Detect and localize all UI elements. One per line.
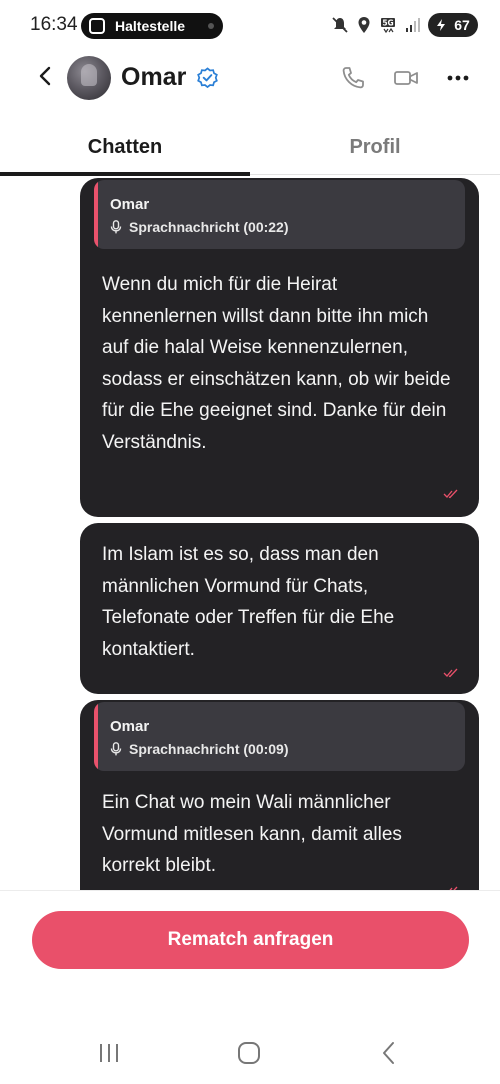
message-text: Im Islam ist es so, dass man den männlic…: [102, 544, 395, 660]
message-bubble[interactable]: Omar Sprachnachricht (00:09) Ein Chat wo…: [80, 700, 479, 890]
quote-voice-text: Sprachnachricht (00:09): [129, 741, 289, 757]
message-bubble[interactable]: Omar Sprachnachricht (00:22) Wenn du mic…: [80, 178, 479, 517]
location-icon: [358, 17, 370, 33]
read-receipt-icon: [443, 489, 458, 499]
verified-badge-icon: [197, 67, 218, 89]
mute-icon: [332, 17, 348, 33]
status-time: 16:34: [30, 14, 78, 35]
rematch-request-button[interactable]: Rematch anfragen: [32, 911, 469, 969]
chat-screen: 16:34 Haltestelle 5G 67 Omar Chatten Pro…: [0, 0, 500, 1084]
svg-text:5G: 5G: [382, 19, 393, 28]
battery-indicator: 67: [428, 13, 478, 37]
quote-accent-bar: [94, 702, 98, 771]
tab-profil[interactable]: Profil: [250, 116, 500, 178]
quote-voice-label: Sprachnachricht (00:22): [110, 219, 453, 235]
tab-bar: Chatten Profil: [0, 116, 500, 178]
contact-name[interactable]: Omar: [121, 63, 186, 92]
charging-icon: [437, 19, 446, 31]
phone-call-icon[interactable]: [339, 64, 367, 92]
home-icon[interactable]: [236, 1040, 262, 1066]
message-bubble[interactable]: Im Islam ist es so, dass man den männlic…: [80, 523, 479, 694]
tab-chatten[interactable]: Chatten: [0, 116, 250, 178]
bus-icon: [89, 18, 105, 34]
message-text: Ein Chat wo mein Wali männlicher Vormund…: [102, 792, 402, 876]
notification-pill[interactable]: Haltestelle: [81, 13, 223, 39]
status-icons: 5G 67: [332, 13, 478, 37]
more-options-icon[interactable]: [444, 64, 472, 92]
status-bar: 16:34 Haltestelle 5G 67: [0, 0, 500, 52]
back-arrow-icon[interactable]: [34, 64, 58, 88]
bottom-divider: [0, 890, 500, 891]
quote-voice-label: Sprachnachricht (00:09): [110, 741, 453, 757]
recent-apps-icon[interactable]: [96, 1040, 122, 1066]
battery-level: 67: [454, 17, 470, 33]
message-text: Wenn du mich für die Heirat kennenlernen…: [102, 274, 451, 453]
system-nav-bar: [0, 1030, 500, 1074]
signal-icon: [406, 18, 420, 32]
avatar[interactable]: [67, 56, 111, 100]
quote-voice-text: Sprachnachricht (00:22): [129, 219, 289, 235]
quoted-voice-message[interactable]: Omar Sprachnachricht (00:22): [94, 180, 465, 249]
microphone-icon: [110, 742, 122, 756]
message-list[interactable]: Omar Sprachnachricht (00:22) Wenn du mic…: [0, 178, 500, 890]
chat-header: Omar: [0, 52, 500, 104]
quoted-voice-message[interactable]: Omar Sprachnachricht (00:09): [94, 702, 465, 771]
tab-active-indicator: [0, 172, 250, 176]
quote-accent-bar: [94, 180, 98, 249]
notification-pill-label: Haltestelle: [115, 18, 186, 34]
quote-sender: Omar: [110, 718, 150, 735]
notification-dot: [208, 23, 214, 29]
network-5g-icon: 5G: [381, 18, 395, 34]
quote-sender: Omar: [110, 196, 150, 213]
video-call-icon[interactable]: [392, 64, 420, 92]
nav-back-icon[interactable]: [376, 1040, 402, 1066]
read-receipt-icon: [443, 668, 458, 678]
microphone-icon: [110, 220, 122, 234]
